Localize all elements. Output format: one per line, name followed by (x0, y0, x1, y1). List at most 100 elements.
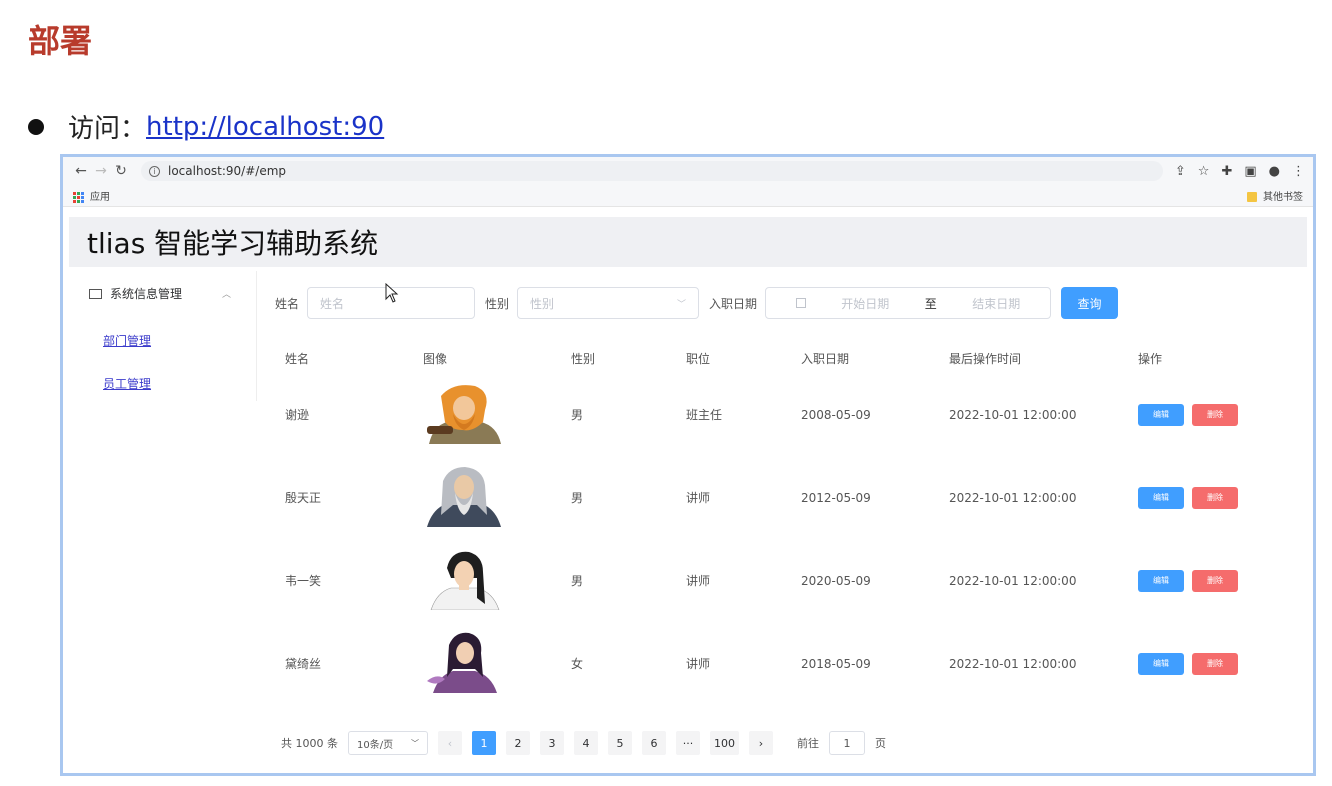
chevron-down-icon: ﹀ (677, 299, 687, 310)
header-gender: 性别 (571, 351, 596, 366)
mouse-cursor-icon (385, 283, 399, 303)
goto-page-input[interactable]: 1 (829, 731, 865, 755)
cell-actions: 编辑 删除 (1138, 403, 1285, 426)
pagination-total: 共 1000 条 (281, 737, 338, 750)
page-button[interactable]: 100 (710, 731, 739, 755)
end-date-placeholder[interactable]: 结束日期 (972, 295, 1020, 312)
info-icon[interactable]: i (149, 165, 160, 177)
cell-image (423, 382, 571, 447)
gender-select[interactable]: 性别 ﹀ (517, 287, 700, 319)
cell-job: 讲师 (686, 491, 711, 505)
header-update-time: 最后操作时间 (949, 351, 1022, 366)
name-label: 姓名 (275, 296, 300, 311)
calendar-icon (795, 298, 806, 308)
header-name: 姓名 (285, 351, 310, 366)
delete-button[interactable]: 删除 (1192, 486, 1238, 509)
mail-icon (89, 288, 102, 299)
avatar (427, 632, 497, 693)
cell-actions: 编辑 删除 (1138, 486, 1285, 509)
bookmarks-bar: 应用 其他书签 (63, 185, 1313, 207)
address-url: localhost:90/#/emp (168, 164, 287, 178)
reload-icon[interactable]: ↻ (111, 163, 131, 179)
delete-button[interactable]: 删除 (1192, 569, 1238, 592)
slide-title: 部署 (28, 22, 93, 60)
sidebar-group-system[interactable]: 系统信息管理 ︿ (69, 271, 256, 302)
page-size-select[interactable]: 10条/页 ﹀ (348, 731, 428, 755)
bookmark-apps-label: 应用 (90, 192, 110, 203)
avatar (427, 385, 501, 444)
cell-entry-date: 2008-05-09 (801, 407, 871, 422)
cell-entry-date: 2020-05-09 (801, 573, 871, 588)
edit-button[interactable]: 编辑 (1138, 652, 1184, 675)
chevron-up-icon: ︿ (222, 290, 232, 300)
page-size-value: 10条/页 (357, 739, 394, 751)
app-header: tlias 智能学习辅助系统 (69, 217, 1307, 267)
bullet-dot (28, 118, 44, 135)
search-bar: 姓名 姓名 性别 性别 ﹀ 入职日期 开始日期 至 结束日期 查询 (275, 287, 1119, 319)
table-row: 谢逊 男 班主任 2008-05-09 2022-10-01 12:00:00 … (275, 373, 1285, 456)
cell-gender: 男 (571, 408, 584, 422)
localhost-link[interactable]: http://localhost:90 (146, 112, 384, 142)
gender-placeholder: 性别 (530, 296, 555, 311)
cell-entry-date: 2018-05-09 (801, 656, 871, 671)
start-date-placeholder[interactable]: 开始日期 (841, 295, 889, 312)
date-range-picker[interactable]: 开始日期 至 结束日期 (765, 287, 1052, 319)
profile-icon[interactable]: ● (1269, 164, 1280, 179)
extensions-icon[interactable]: ✚ (1221, 164, 1232, 179)
cell-job: 讲师 (686, 657, 711, 671)
bookmark-apps[interactable]: 应用 (73, 188, 110, 203)
cell-name: 韦一笑 (285, 574, 322, 588)
forward-icon[interactable]: → (91, 163, 111, 179)
address-bar[interactable]: i localhost:90/#/emp (141, 161, 1163, 181)
browser-toolbar: ← → ↻ i localhost:90/#/emp ⇪ ☆ ✚ ▣ ● ⋮ (63, 157, 1313, 185)
sidebar: 系统信息管理 ︿ 部门管理 员工管理 (69, 271, 257, 401)
share-icon[interactable]: ⇪ (1175, 164, 1186, 179)
query-button[interactable]: 查询 (1061, 287, 1119, 319)
gender-label: 性别 (485, 296, 510, 311)
cell-image (423, 631, 571, 696)
page-button[interactable]: 5 (608, 731, 632, 755)
cell-name: 殷天正 (285, 491, 322, 505)
date-label: 入职日期 (709, 296, 758, 311)
sidebar-item-emp[interactable]: 员工管理 (69, 375, 256, 392)
next-page-button[interactable]: › (749, 731, 773, 755)
avatar (427, 467, 501, 527)
goto-prefix: 前往 (797, 737, 819, 750)
header-actions: 操作 (1138, 351, 1163, 366)
cell-image (423, 465, 571, 530)
edit-button[interactable]: 编辑 (1138, 486, 1184, 509)
cell-gender: 男 (571, 491, 584, 505)
page-button[interactable]: 2 (506, 731, 530, 755)
sidebar-item-dept[interactable]: 部门管理 (69, 332, 256, 349)
menu-icon[interactable]: ⋮ (1292, 164, 1305, 179)
bullet-line: 访问： http://localhost:90 (28, 108, 384, 145)
back-icon[interactable]: ← (71, 163, 91, 179)
bullet-label: 访问： (68, 114, 147, 144)
bookmark-other[interactable]: 其他书签 (1247, 188, 1303, 203)
table-row: 黛绮丝 女 讲师 2018-05-09 2022-10-01 12:00:00 … (275, 622, 1285, 705)
cell-actions: 编辑 删除 (1138, 569, 1285, 592)
header-entry-date: 入职日期 (801, 351, 850, 366)
page-button[interactable]: 6 (642, 731, 666, 755)
cell-update-time: 2022-10-01 12:00:00 (949, 490, 1077, 505)
sidepanel-icon[interactable]: ▣ (1244, 164, 1256, 179)
page-button[interactable]: 1 (472, 731, 496, 755)
star-icon[interactable]: ☆ (1198, 164, 1210, 179)
delete-button[interactable]: 删除 (1192, 403, 1238, 426)
goto-suffix: 页 (875, 737, 886, 750)
cell-update-time: 2022-10-01 12:00:00 (949, 656, 1077, 671)
page-button[interactable]: 3 (540, 731, 564, 755)
edit-button[interactable]: 编辑 (1138, 403, 1184, 426)
cell-name: 黛绮丝 (285, 657, 322, 671)
edit-button[interactable]: 编辑 (1138, 569, 1184, 592)
chevron-down-icon: ﹀ (411, 738, 419, 748)
cell-update-time: 2022-10-01 12:00:00 (949, 573, 1077, 588)
page-button[interactable]: 4 (574, 731, 598, 755)
more-pages-button[interactable]: ··· (676, 731, 700, 755)
table-row: 韦一笑 男 讲师 2020-05-09 2022-10-01 12:00:00 … (275, 539, 1285, 622)
delete-button[interactable]: 删除 (1192, 652, 1238, 675)
cell-job: 班主任 (686, 408, 723, 422)
range-separator: 至 (924, 296, 937, 311)
table-row: 殷天正 男 讲师 2012-05-09 2022-10-01 12:00:00 … (275, 456, 1285, 539)
prev-page-button[interactable]: ‹ (438, 731, 462, 755)
